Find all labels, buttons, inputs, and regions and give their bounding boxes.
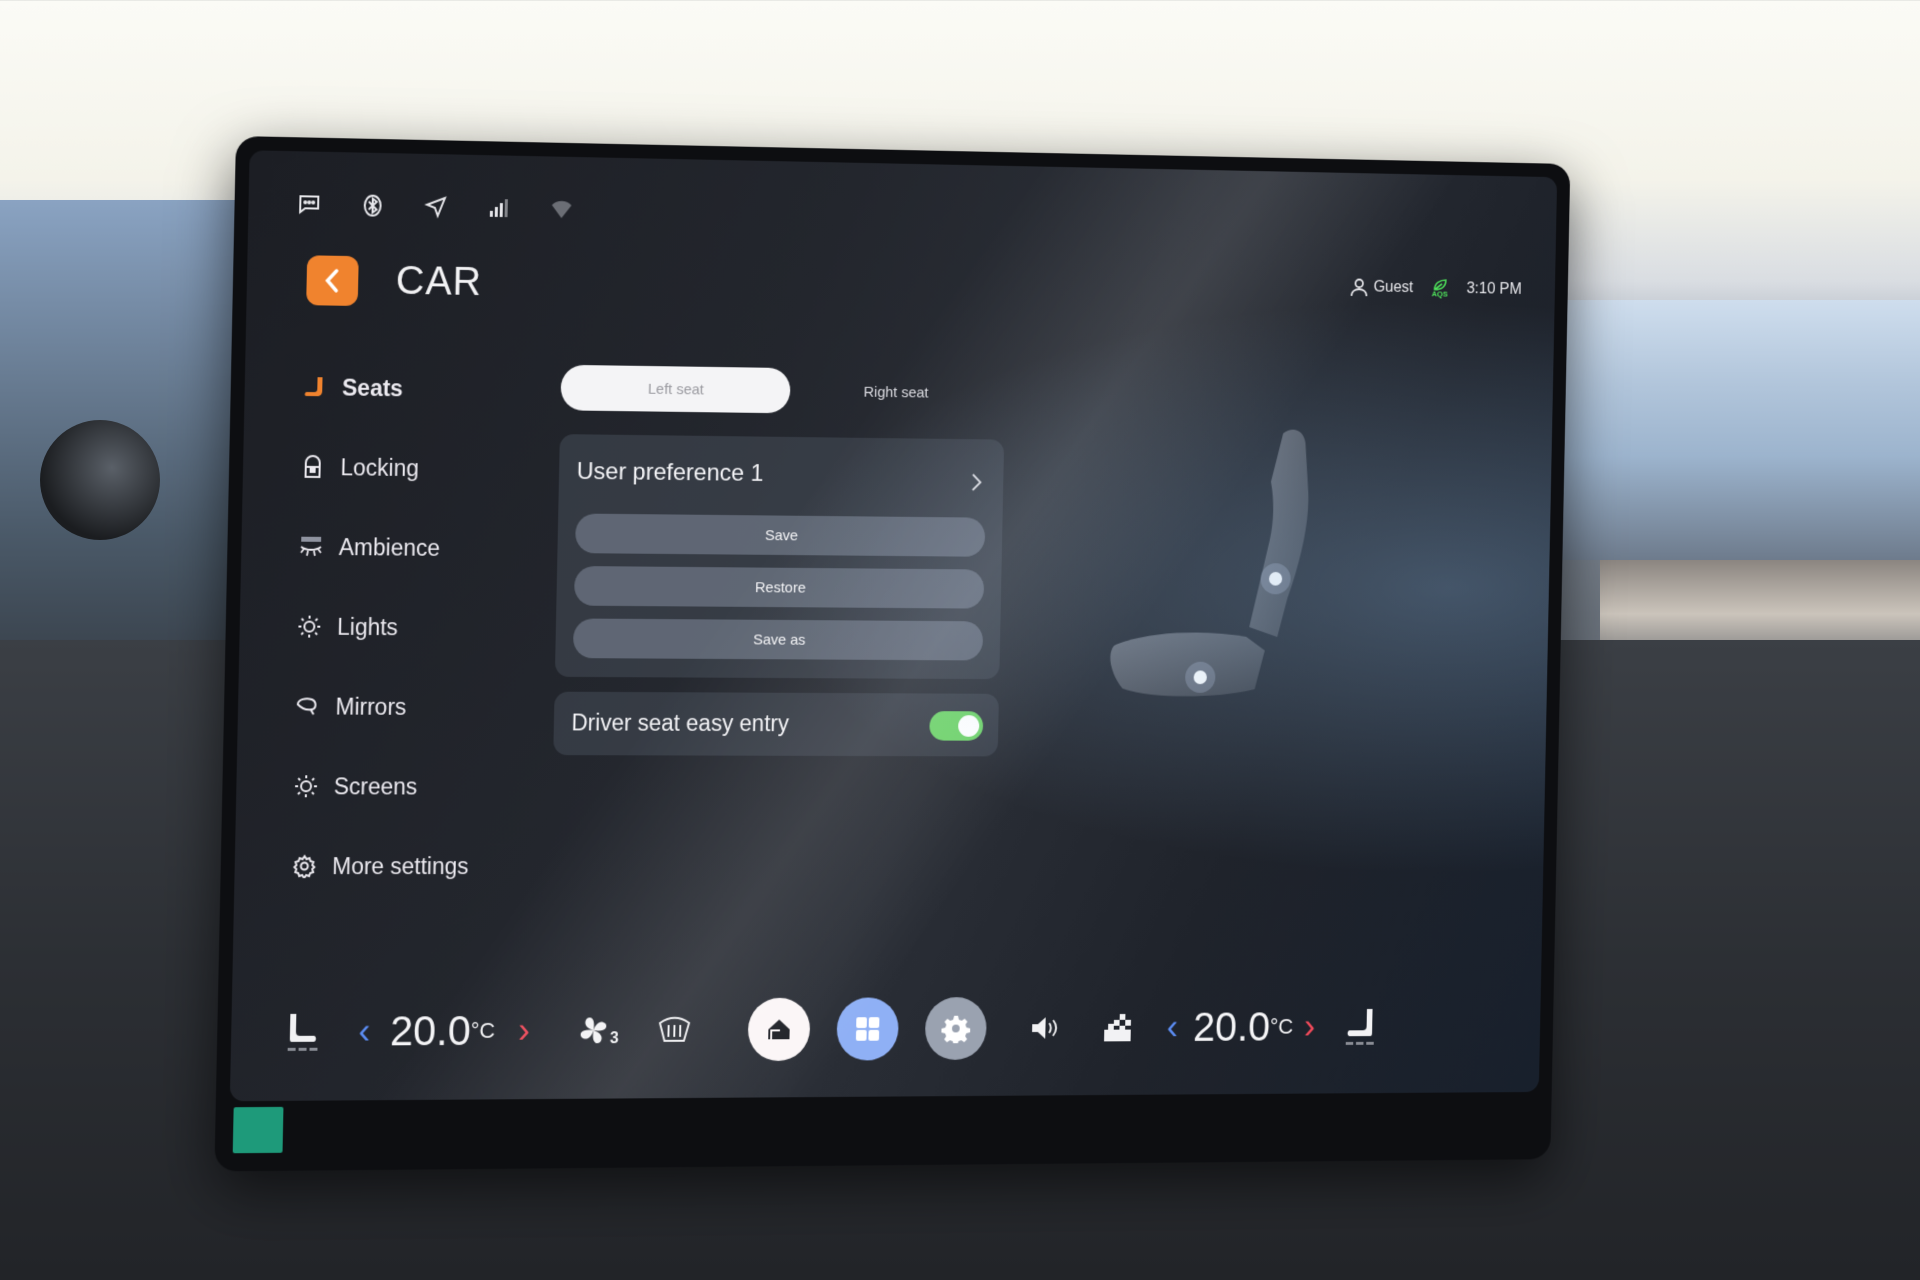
- right-temp-up-button[interactable]: ›: [1304, 1006, 1316, 1047]
- user-preference-title: User preference 1: [576, 458, 764, 487]
- seat-icon: [300, 373, 328, 401]
- tab-right-seat[interactable]: Right seat: [790, 368, 1002, 416]
- rear-defrost-button[interactable]: [657, 1015, 693, 1045]
- app-title: CAR: [395, 258, 483, 305]
- status-bar: [296, 191, 575, 222]
- bluetooth-icon: [360, 192, 386, 218]
- easy-entry-toggle[interactable]: [929, 711, 984, 741]
- ambience-icon: [297, 533, 325, 561]
- infotainment-display: CAR Guest AQS 3:10 PM Seats Locking Ambi…: [214, 136, 1571, 1172]
- sidebar-item-label: Locking: [340, 453, 420, 481]
- left-temp-value: 20.0: [389, 1007, 472, 1055]
- easy-entry-row: Driver seat easy entry: [553, 691, 999, 757]
- volume-button[interactable]: [1030, 1015, 1059, 1041]
- home-button[interactable]: [747, 997, 811, 1062]
- sidebar-item-label: Ambience: [338, 533, 441, 561]
- gear-icon: [941, 1015, 971, 1044]
- sidebar-item-label: Screens: [333, 772, 418, 799]
- home-icon: [768, 1019, 790, 1040]
- apps-grid-icon: [855, 1017, 880, 1041]
- message-icon: [296, 191, 322, 217]
- left-temp-up-button[interactable]: ›: [518, 1010, 531, 1052]
- seat-selector: Left seat Right seat: [560, 364, 1005, 416]
- wifi-icon: [549, 196, 575, 222]
- massage-icon: [1104, 1014, 1131, 1042]
- sidebar-item-more-settings[interactable]: More settings: [290, 826, 519, 906]
- seat-massage-button[interactable]: [1102, 1012, 1133, 1043]
- status-led: [232, 1106, 284, 1154]
- light-icon: [295, 613, 323, 641]
- clock: 3:10 PM: [1466, 280, 1522, 298]
- volume-icon: [1031, 1015, 1059, 1041]
- header-status: Guest AQS 3:10 PM: [1351, 277, 1522, 299]
- save-button[interactable]: Save: [575, 513, 986, 557]
- fan-speed-button[interactable]: 3: [577, 1012, 620, 1048]
- screen: CAR Guest AQS 3:10 PM Seats Locking Ambi…: [229, 150, 1558, 1102]
- brightness-icon: [292, 772, 320, 800]
- user-icon: [1351, 277, 1368, 297]
- save-as-button[interactable]: Save as: [572, 618, 984, 661]
- left-seat-heat-button[interactable]: [282, 1004, 323, 1060]
- fan-icon: [580, 1017, 607, 1044]
- chevron-left-icon: [326, 269, 340, 294]
- defrost-icon: [657, 1015, 693, 1045]
- chevron-right-icon[interactable]: [971, 472, 983, 498]
- right-temp-value: 20.0: [1192, 1003, 1271, 1050]
- sidebar-item-label: Seats: [341, 374, 404, 401]
- right-temperature: 20.0 °C: [1193, 1004, 1294, 1051]
- user-profile[interactable]: Guest: [1351, 277, 1414, 297]
- back-button[interactable]: [306, 255, 359, 306]
- sidebar-item-locking[interactable]: Locking: [298, 427, 527, 509]
- left-temp-down-button[interactable]: ‹: [358, 1011, 371, 1053]
- sidebar-item-seats[interactable]: Seats: [300, 347, 529, 430]
- restore-button[interactable]: Restore: [573, 565, 985, 609]
- sidebar: Seats Locking Ambience Lights Mirrors Sc…: [290, 347, 529, 906]
- sidebar-item-lights[interactable]: Lights: [295, 587, 524, 668]
- temp-unit: °C: [1269, 1014, 1294, 1039]
- sidebar-item-screens[interactable]: Screens: [291, 746, 520, 826]
- sidebar-item-mirrors[interactable]: Mirrors: [293, 666, 522, 747]
- gear-icon: [290, 852, 318, 880]
- easy-entry-label: Driver seat easy entry: [571, 709, 790, 737]
- aqs-label: AQS: [1431, 289, 1448, 299]
- temp-unit: °C: [470, 1017, 496, 1043]
- mirror-icon: [294, 692, 322, 720]
- seat-heat-icon: [287, 1013, 318, 1051]
- tab-left-seat[interactable]: Left seat: [560, 364, 791, 414]
- background-trim: [1600, 560, 1920, 650]
- air-quality-indicator: AQS: [1431, 279, 1448, 299]
- seat-heat-icon: [1345, 1008, 1374, 1045]
- seat-illustration: [1093, 412, 1344, 725]
- settings-button[interactable]: [924, 997, 988, 1061]
- climate-bar: ‹ 20.0 °C › 3 ‹ 20.0 °C ›: [230, 973, 1541, 1088]
- steering-stalk: [40, 420, 160, 540]
- seat-cushion: [1109, 631, 1266, 697]
- signal-icon: [486, 195, 512, 221]
- sidebar-item-label: Mirrors: [335, 693, 407, 720]
- lock-icon: [299, 453, 327, 481]
- sidebar-item-label: More settings: [331, 852, 469, 879]
- apps-button[interactable]: [836, 997, 900, 1061]
- sidebar-item-ambience[interactable]: Ambience: [296, 507, 525, 589]
- right-temp-down-button[interactable]: ‹: [1166, 1007, 1178, 1048]
- user-preference-card: User preference 1 Save Restore Save as: [554, 434, 1005, 680]
- left-temperature: 20.0 °C: [390, 1007, 496, 1055]
- sidebar-item-label: Lights: [336, 613, 399, 640]
- navigation-icon: [423, 194, 449, 220]
- right-seat-heat-button[interactable]: [1341, 999, 1379, 1053]
- user-name: Guest: [1373, 278, 1414, 296]
- seat-backrest: [1249, 429, 1310, 638]
- toggle-knob: [957, 715, 980, 737]
- fan-level: 3: [609, 1030, 619, 1048]
